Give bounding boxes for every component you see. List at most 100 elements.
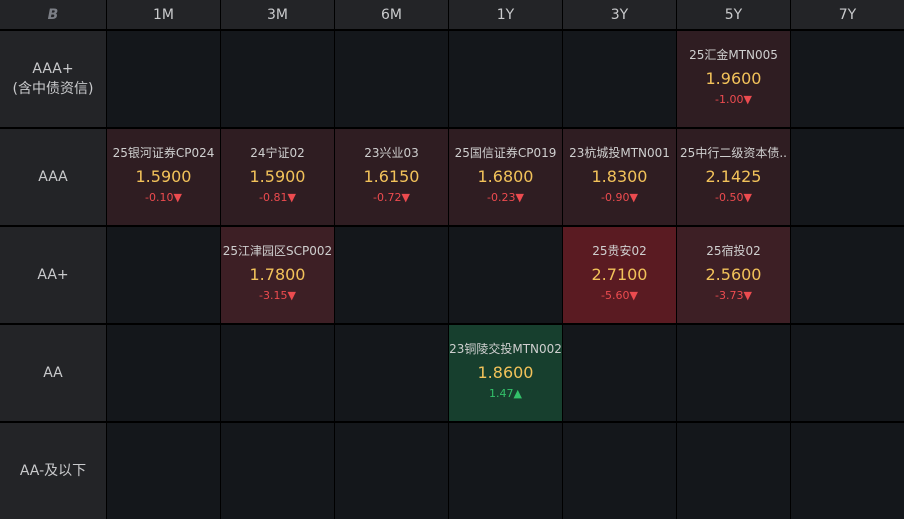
bond-cell[interactable]: 23铜陵交投MTN002 1.8600 1.47▲	[449, 325, 562, 421]
bond-name: 25贵安02	[592, 244, 647, 258]
bond-change: -0.10▼	[145, 191, 182, 204]
bond-change: -0.90▼	[601, 191, 638, 204]
bond-change: -3.15▼	[259, 289, 296, 302]
bond-name: 23铜陵交投MTN002	[449, 342, 562, 356]
bond-quote: 25贵安02 2.7100 -5.60▼	[563, 227, 676, 323]
bond-yield-matrix: B 1M 3M 6M 1Y 3Y 5Y 7Y AAA+ (含中债资信) 25汇金…	[0, 0, 904, 519]
column-header-3y[interactable]: 3Y	[563, 0, 676, 29]
brand-logo-icon: B	[47, 6, 59, 23]
bond-name: 23兴业03	[364, 146, 419, 160]
matrix-cell	[563, 31, 676, 127]
bond-yield: 1.7800	[249, 265, 306, 284]
row-sublabel: (含中债资信)	[12, 81, 94, 97]
bond-quote: 25宿投02 2.5600 -3.73▼	[677, 227, 790, 323]
bond-cell[interactable]: 23兴业03 1.6150 -0.72▼	[335, 129, 448, 225]
column-header-5y[interactable]: 5Y	[677, 0, 790, 29]
bond-quote: 23兴业03 1.6150 -0.72▼	[335, 129, 448, 225]
bond-change: -0.72▼	[373, 191, 410, 204]
bond-change: -0.50▼	[715, 191, 752, 204]
bond-cell[interactable]: 25宿投02 2.5600 -3.73▼	[677, 227, 790, 323]
bond-quote: 23铜陵交投MTN002 1.8600 1.47▲	[449, 325, 562, 421]
bond-change: 1.47▲	[489, 387, 522, 400]
bond-cell[interactable]: 25银河证券CP024 1.5900 -0.10▼	[107, 129, 220, 225]
bond-quote: 25国信证券CP019 1.6800 -0.23▼	[449, 129, 562, 225]
bond-change: -0.81▼	[259, 191, 296, 204]
row-header-aa: AA	[0, 325, 106, 421]
row-label: AA	[43, 365, 63, 381]
bond-cell[interactable]: 25江津园区SCP002 1.7800 -3.15▼	[221, 227, 334, 323]
matrix-cell	[107, 227, 220, 323]
bond-change: -1.00▼	[715, 93, 752, 106]
row-header-aa-minus-and-below: AA-及以下	[0, 423, 106, 519]
row-header-aa-plus: AA+	[0, 227, 106, 323]
bond-name: 24宁证02	[250, 146, 305, 160]
matrix-cell	[335, 31, 448, 127]
bond-quote: 25汇金MTN005 1.9600 -1.00▼	[677, 31, 790, 127]
matrix-cell	[335, 227, 448, 323]
bond-quote: 25中行二级资本债.. 2.1425 -0.50▼	[677, 129, 790, 225]
matrix-cell	[449, 423, 562, 519]
matrix-cell	[791, 423, 904, 519]
bond-yield: 1.6150	[363, 167, 420, 186]
bond-name: 23杭城投MTN001	[569, 146, 670, 160]
bond-cell[interactable]: 23杭城投MTN001 1.8300 -0.90▼	[563, 129, 676, 225]
bond-cell[interactable]: 25中行二级资本债.. 2.1425 -0.50▼	[677, 129, 790, 225]
bond-name: 25国信证券CP019	[454, 146, 557, 160]
bond-name: 25江津园区SCP002	[222, 244, 333, 258]
row-label: AA+	[37, 267, 69, 283]
bond-cell[interactable]: 25汇金MTN005 1.9600 -1.00▼	[677, 31, 790, 127]
column-header-1y[interactable]: 1Y	[449, 0, 562, 29]
matrix-cell	[107, 423, 220, 519]
bond-change: -3.73▼	[715, 289, 752, 302]
column-header-6m[interactable]: 6M	[335, 0, 448, 29]
column-header-7y[interactable]: 7Y	[791, 0, 904, 29]
bond-quote: 24宁证02 1.5900 -0.81▼	[221, 129, 334, 225]
bond-yield: 1.6800	[477, 167, 534, 186]
matrix-cell	[791, 227, 904, 323]
bond-yield: 1.5900	[249, 167, 306, 186]
bond-quote: 25江津园区SCP002 1.7800 -3.15▼	[221, 227, 334, 323]
column-header-1m[interactable]: 1M	[107, 0, 220, 29]
corner-cell: B	[0, 0, 106, 29]
matrix-cell	[449, 31, 562, 127]
matrix-cell	[221, 325, 334, 421]
matrix-cell	[791, 31, 904, 127]
bond-name: 25银河证券CP024	[112, 146, 215, 160]
row-header-aaa-plus: AAA+ (含中债资信)	[0, 31, 106, 127]
matrix-cell	[221, 423, 334, 519]
row-label: AAA	[38, 169, 68, 185]
bond-quote: 25银河证券CP024 1.5900 -0.10▼	[107, 129, 220, 225]
matrix-cell	[563, 325, 676, 421]
matrix-cell	[677, 423, 790, 519]
matrix-cell	[563, 423, 676, 519]
bond-name: 25中行二级资本债..	[680, 146, 787, 160]
bond-yield: 1.8300	[591, 167, 648, 186]
row-header-aaa: AAA	[0, 129, 106, 225]
bond-cell[interactable]: 25贵安02 2.7100 -5.60▼	[563, 227, 676, 323]
bond-name: 25汇金MTN005	[689, 48, 778, 62]
matrix-cell	[449, 227, 562, 323]
bond-quote: 23杭城投MTN001 1.8300 -0.90▼	[563, 129, 676, 225]
matrix-cell	[107, 31, 220, 127]
bond-yield: 1.5900	[135, 167, 192, 186]
matrix-cell	[221, 31, 334, 127]
bond-cell[interactable]: 24宁证02 1.5900 -0.81▼	[221, 129, 334, 225]
matrix-cell	[107, 325, 220, 421]
bond-yield: 1.9600	[705, 69, 762, 88]
bond-yield: 1.8600	[477, 363, 534, 382]
bond-yield: 2.7100	[591, 265, 648, 284]
matrix-cell	[791, 325, 904, 421]
matrix-cell	[677, 325, 790, 421]
matrix-cell	[791, 129, 904, 225]
column-header-3m[interactable]: 3M	[221, 0, 334, 29]
row-label: AAA+	[32, 61, 74, 77]
matrix-cell	[335, 325, 448, 421]
bond-change: -0.23▼	[487, 191, 524, 204]
row-label: AA-及以下	[19, 463, 87, 479]
bond-yield: 2.1425	[705, 167, 762, 186]
bond-cell[interactable]: 25国信证券CP019 1.6800 -0.23▼	[449, 129, 562, 225]
bond-change: -5.60▼	[601, 289, 638, 302]
bond-name: 25宿投02	[706, 244, 761, 258]
bond-yield: 2.5600	[705, 265, 762, 284]
matrix-cell	[335, 423, 448, 519]
